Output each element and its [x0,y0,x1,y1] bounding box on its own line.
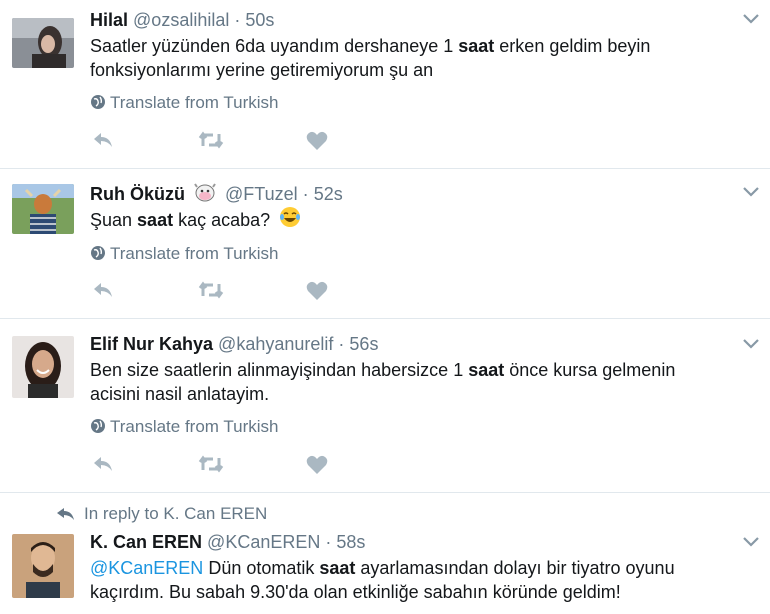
tweet-text-part: ayarlamasından dolayı bir tiyatro oyunu [355,558,675,578]
tweet-header: K. Can EREN @KCanEREN · 58s [90,532,365,553]
separator: · [325,532,332,552]
translate-label: Translate from Turkish [110,244,279,263]
retweet-icon[interactable] [198,455,224,473]
tweet-text: Şuan saat kaç acaba? [90,206,740,232]
globe-icon [91,95,105,109]
chevron-down-icon[interactable] [742,536,760,548]
tweet-text-part: Saatler yüzünden 6da uyandım dershaneye … [90,36,459,56]
tweet-actions [92,455,332,477]
user-name[interactable]: Hilal [90,10,128,30]
user-handle[interactable]: @ozsalihilal [133,10,229,30]
user-handle[interactable]: @FTuzel [225,184,298,204]
retweet-icon[interactable] [198,131,224,149]
separator: · [338,334,345,354]
chevron-down-icon[interactable] [742,13,760,25]
timestamp[interactable]: 50s [245,10,274,30]
avatar[interactable] [12,18,74,68]
translate-link[interactable]: Translate from Turkish [90,244,278,264]
highlight-keyword: saat [319,558,356,578]
tweet-text-part: önce kursa gelmenin [504,360,676,380]
like-icon[interactable] [306,131,328,151]
user-handle[interactable]: @KCanEREN [207,532,320,552]
tweet-text-part: Şuan [90,210,138,230]
translate-link[interactable]: Translate from Turkish [90,417,278,437]
reply-icon[interactable] [92,281,114,299]
tweet-text-line: fonksiyonlarımı yerine getiremiyorum şu … [90,60,434,80]
timestamp[interactable]: 56s [349,334,378,354]
tweet-header: Elif Nur Kahya @kahyanurelif · 56s [90,334,378,355]
tweet-ruh-okuzu[interactable]: Ruh Öküzü @FTuzel · 52s Şuan saat kaç ac… [0,168,770,319]
reply-icon[interactable] [92,131,114,149]
tweet-text-part: erken geldim beyin [494,36,651,56]
tweet-header: Ruh Öküzü @FTuzel · 52s [90,182,343,205]
translate-label: Translate from Turkish [110,417,279,436]
separator: · [234,10,241,30]
avatar[interactable] [12,336,74,398]
chevron-down-icon[interactable] [742,186,760,198]
user-name[interactable]: Elif Nur Kahya [90,334,213,354]
like-icon[interactable] [306,455,328,475]
timestamp[interactable]: 52s [314,184,343,204]
tweet-k-can-eren[interactable]: K. Can EREN @KCanEREN · 58s @KCanEREN Dü… [0,492,770,614]
timestamp[interactable]: 58s [336,532,365,552]
reply-icon[interactable] [92,455,114,473]
translate-label: Translate from Turkish [110,93,279,112]
tweet-text: @KCanEREN Dün otomatik saat ayarlamasınd… [90,556,740,604]
tweet-text-line: acisini nasil anlatayim. [90,384,270,404]
mention-link[interactable]: @KCanEREN [90,558,203,578]
chevron-down-icon[interactable] [742,338,760,350]
tweet-actions [92,131,332,153]
avatar[interactable] [12,184,74,234]
tweet-text-part: kaç acaba? [173,210,271,230]
separator: · [302,184,309,204]
laughing-emoji-icon [280,207,301,227]
tweet-elif-nur-kahya[interactable]: Elif Nur Kahya @kahyanurelif · 56s Ben s… [0,318,770,493]
avatar[interactable] [12,534,74,598]
tweet-text-line: kaçırdım. Bu sabah 9.30'da olan etkinliğ… [90,582,621,602]
highlight-keyword: saat [458,36,495,56]
retweet-icon[interactable] [198,281,224,299]
tweet-actions [92,281,332,303]
tweet-text: Ben size saatlerin alinmayişindan habers… [90,358,740,406]
like-icon[interactable] [306,281,328,301]
cow-emoji-icon [194,183,216,202]
highlight-keyword: saat [468,360,505,380]
tweet-header: Hilal @ozsalihilal · 50s [90,10,274,31]
user-name[interactable]: K. Can EREN [90,532,202,552]
globe-icon [91,246,105,260]
globe-icon [91,419,105,433]
tweet-hilal[interactable]: Hilal @ozsalihilal · 50s Saatler yüzünde… [0,0,770,169]
user-name[interactable]: Ruh Öküzü [90,184,185,204]
tweet-text-part: Ben size saatlerin alinmayişindan habers… [90,360,469,380]
tweet-text: Saatler yüzünden 6da uyandım dershaneye … [90,34,740,82]
highlight-keyword: saat [137,210,174,230]
translate-link[interactable]: Translate from Turkish [90,93,278,113]
tweet-text-part: Dün otomatik [203,558,320,578]
user-handle[interactable]: @kahyanurelif [218,334,333,354]
